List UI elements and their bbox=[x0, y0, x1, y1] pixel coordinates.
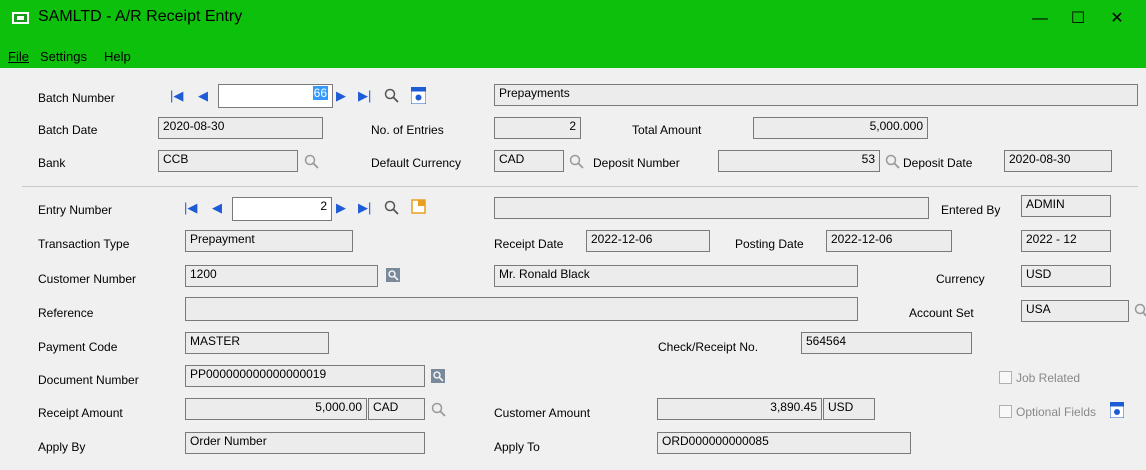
entry-description-field[interactable] bbox=[494, 197, 929, 219]
entered-by-field: ADMIN bbox=[1021, 195, 1111, 217]
receipt-date-field[interactable]: 2022-12-06 bbox=[586, 230, 710, 252]
customer-number-label: Customer Number bbox=[38, 272, 137, 286]
receipt-entry-form: Batch Number |◀ ◀ 66 ▶ ▶| Prepayments Ba… bbox=[10, 72, 1146, 470]
check-receipt-field[interactable]: 564564 bbox=[801, 332, 972, 354]
reference-label: Reference bbox=[38, 306, 94, 320]
next-entry-icon[interactable]: ▶ bbox=[336, 200, 346, 216]
receipt-amount-label: Receipt Amount bbox=[38, 406, 123, 420]
batch-number-label: Batch Number bbox=[38, 91, 115, 105]
first-batch-icon[interactable]: |◀ bbox=[170, 88, 183, 104]
menu-file[interactable]: File bbox=[8, 49, 29, 64]
currency-field: USD bbox=[1021, 265, 1111, 287]
job-related-checkbox[interactable] bbox=[999, 371, 1012, 384]
account-set-finder-icon[interactable] bbox=[1134, 303, 1146, 318]
transaction-type-field[interactable]: Prepayment bbox=[185, 230, 353, 252]
title-bar: SAMLTD - A/R Receipt Entry — ☐ ✕ bbox=[0, 0, 1146, 46]
payment-code-field[interactable]: MASTER bbox=[185, 332, 329, 354]
deposit-date-field[interactable]: 2020-08-30 bbox=[1004, 150, 1112, 172]
batch-number-field[interactable]: 66 bbox=[218, 84, 333, 108]
batch-date-label: Batch Date bbox=[38, 123, 98, 137]
document-number-label: Document Number bbox=[38, 373, 139, 387]
currency-label: Currency bbox=[936, 272, 985, 286]
currency-finder-icon[interactable] bbox=[569, 154, 584, 169]
last-entry-icon[interactable]: ▶| bbox=[358, 200, 371, 216]
job-related-label: Job Related bbox=[1016, 371, 1081, 385]
entry-number-label: Entry Number bbox=[38, 203, 113, 217]
receipt-date-label: Receipt Date bbox=[494, 237, 564, 251]
prev-batch-icon[interactable]: ◀ bbox=[198, 88, 208, 104]
payment-code-label: Payment Code bbox=[38, 340, 118, 354]
entry-finder-icon[interactable] bbox=[384, 200, 399, 215]
apply-by-label: Apply By bbox=[38, 440, 86, 454]
reference-field[interactable] bbox=[185, 297, 858, 321]
deposit-date-label: Deposit Date bbox=[903, 156, 973, 170]
apply-to-field[interactable]: ORD000000000085 bbox=[657, 432, 911, 454]
transaction-type-label: Transaction Type bbox=[38, 237, 130, 251]
maximize-button[interactable]: ☐ bbox=[1058, 6, 1098, 32]
app-icon bbox=[12, 12, 29, 24]
fiscal-period-field[interactable]: 2022 - 12 bbox=[1021, 230, 1111, 252]
bank-label: Bank bbox=[38, 156, 66, 170]
entry-number-field[interactable]: 2 bbox=[232, 197, 332, 221]
receipt-amount-field[interactable]: 5,000.00 bbox=[185, 398, 367, 420]
no-of-entries-field: 2 bbox=[494, 117, 581, 139]
menu-settings[interactable]: Settings bbox=[40, 49, 87, 64]
customer-amount-label: Customer Amount bbox=[494, 406, 591, 420]
first-entry-icon[interactable]: |◀ bbox=[184, 200, 197, 216]
receipt-currency-field[interactable]: CAD bbox=[368, 398, 425, 420]
no-of-entries-label: No. of Entries bbox=[371, 123, 444, 137]
new-entry-icon[interactable] bbox=[411, 199, 426, 214]
apply-by-field[interactable]: Order Number bbox=[185, 432, 425, 454]
total-amount-field: 5,000.000 bbox=[753, 117, 928, 139]
customer-number-field[interactable]: 1200 bbox=[185, 265, 378, 287]
posting-date-field[interactable]: 2022-12-06 bbox=[826, 230, 952, 252]
account-set-field[interactable]: USA bbox=[1021, 300, 1129, 322]
batch-description-field[interactable]: Prepayments bbox=[494, 84, 1138, 106]
batch-info-icon[interactable] bbox=[411, 87, 426, 104]
last-batch-icon[interactable]: ▶| bbox=[358, 88, 371, 104]
deposit-finder-icon[interactable] bbox=[885, 154, 900, 169]
posting-date-label: Posting Date bbox=[735, 237, 804, 251]
bank-field[interactable]: CCB bbox=[158, 150, 298, 172]
minimize-button[interactable]: — bbox=[1020, 6, 1060, 32]
document-number-field[interactable]: PP000000000000000019 bbox=[185, 365, 425, 387]
check-receipt-label: Check/Receipt No. bbox=[658, 340, 759, 354]
optional-fields-checkbox[interactable] bbox=[999, 405, 1012, 418]
deposit-number-field[interactable]: 53 bbox=[718, 150, 880, 172]
prev-entry-icon[interactable]: ◀ bbox=[212, 200, 222, 216]
default-currency-label: Default Currency bbox=[371, 156, 462, 170]
default-currency-field[interactable]: CAD bbox=[494, 150, 564, 172]
customer-finder-icon[interactable] bbox=[386, 268, 400, 282]
menu-bar: File Settings Help bbox=[0, 46, 1146, 68]
customer-amount-currency-field: USD bbox=[823, 398, 875, 420]
deposit-number-label: Deposit Number bbox=[593, 156, 680, 170]
bank-finder-icon[interactable] bbox=[304, 154, 319, 169]
customer-amount-field: 3,890.45 bbox=[657, 398, 822, 420]
next-batch-icon[interactable]: ▶ bbox=[336, 88, 346, 104]
menu-help[interactable]: Help bbox=[104, 49, 131, 64]
total-amount-label: Total Amount bbox=[632, 123, 702, 137]
document-finder-icon[interactable] bbox=[431, 369, 445, 383]
entered-by-label: Entered By bbox=[941, 203, 1001, 217]
batch-finder-icon[interactable] bbox=[384, 88, 399, 103]
apply-to-label: Apply To bbox=[494, 440, 540, 454]
batch-date-field[interactable]: 2020-08-30 bbox=[158, 117, 323, 139]
optional-fields-info-icon[interactable] bbox=[1110, 402, 1124, 418]
customer-name-field: Mr. Ronald Black bbox=[494, 265, 858, 287]
optional-fields-label: Optional Fields bbox=[1016, 405, 1097, 419]
account-set-label: Account Set bbox=[909, 306, 974, 320]
window-title: SAMLTD - A/R Receipt Entry bbox=[38, 8, 243, 25]
section-divider bbox=[22, 186, 1138, 187]
close-button[interactable]: ✕ bbox=[1097, 6, 1137, 32]
receipt-currency-finder-icon[interactable] bbox=[431, 402, 446, 417]
